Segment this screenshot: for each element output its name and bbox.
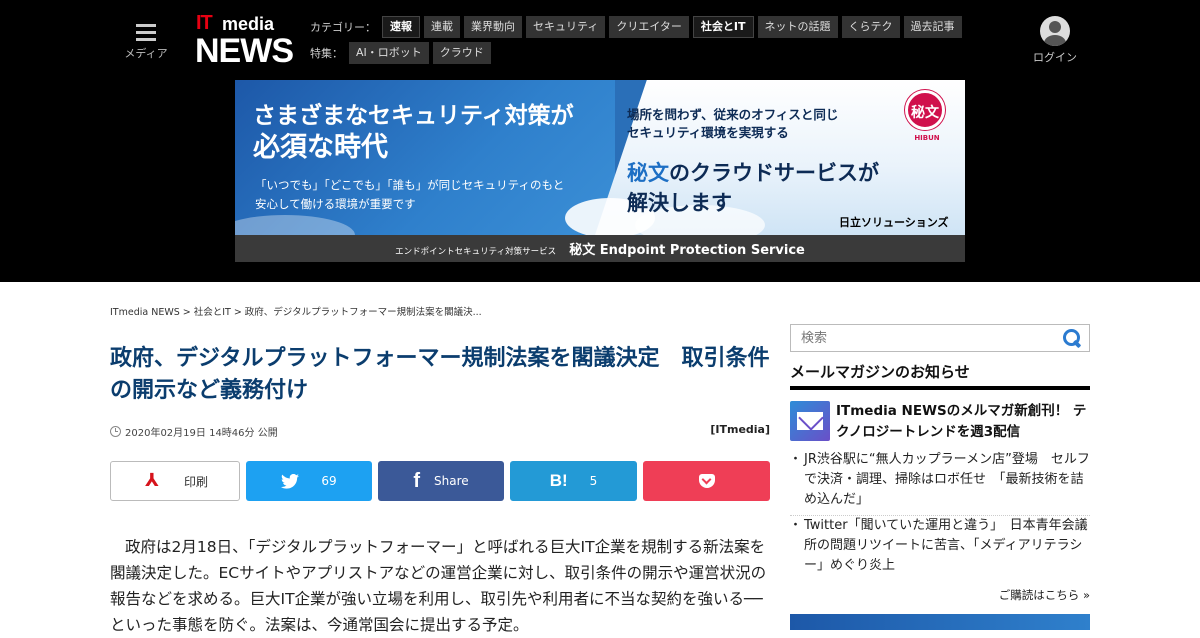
- category-gyoukai[interactable]: 業界動向: [464, 16, 522, 38]
- article-source: [ITmedia]: [710, 423, 770, 436]
- facebook-share-button[interactable]: f Share: [378, 461, 504, 501]
- hamburger-icon: [136, 24, 156, 41]
- article-body: 政府は2月18日、「デジタルプラットフォーマー」と呼ばれる巨大IT企業を規制する…: [110, 538, 767, 634]
- newsletter-feature-text: ITmedia NEWSのメルマガ新創刊！ テクノロジートレンドを週3配信: [836, 403, 1087, 440]
- subscribe-link[interactable]: ご購読はこちら »: [990, 587, 1090, 603]
- mail-icon: [790, 401, 830, 441]
- breadcrumb-current: 政府、デジタルプラットフォーマー規制法案を閣議決...: [244, 307, 482, 318]
- banner-right-lead: 場所を問わず、従来のオフィスと同じ セキュリティ環境を実現する: [627, 107, 839, 140]
- login-label: ログイン: [1033, 51, 1077, 64]
- search-icon[interactable]: [1063, 329, 1081, 347]
- banner-subtext: 「いつでも」「どこでも」「誰も」が同じセキュリティのもと 安心して働ける環境が重…: [255, 178, 565, 211]
- banner-brand: 日立ソリューションズ: [839, 216, 949, 229]
- category-net[interactable]: ネットの話題: [757, 16, 838, 38]
- category-archive[interactable]: 過去記事: [903, 16, 962, 38]
- category-creator[interactable]: クリエイター: [609, 16, 689, 38]
- search-box: [790, 324, 1090, 352]
- facebook-icon: f: [413, 469, 421, 492]
- print-button[interactable]: ⅄ 印刷: [110, 461, 240, 501]
- category-security[interactable]: セキュリティ: [526, 16, 606, 38]
- banner-right-headline: 秘文のクラウドサービスが 解決します: [627, 161, 879, 215]
- menu-button[interactable]: メディア: [121, 20, 171, 64]
- pdf-icon: ⅄: [145, 470, 159, 491]
- special-ai-robot[interactable]: AI・ロボット: [349, 42, 429, 64]
- twitter-count: 69: [321, 474, 337, 488]
- newsletter-feature[interactable]: ITmedia NEWSのメルマガ新創刊！ テクノロジートレンドを週3配信: [790, 401, 1090, 443]
- pocket-button[interactable]: [643, 461, 770, 501]
- itmedia-news-logo[interactable]: IT media NEWS: [194, 12, 294, 70]
- hatena-count: 5: [589, 474, 598, 488]
- article-title: 政府、デジタルプラットフォーマー規制法案を閣議決定 取引条件の開示など義務付け: [110, 346, 770, 403]
- special-label: 特集：: [310, 47, 343, 60]
- search-input[interactable]: [791, 325, 1051, 351]
- publish-date: 2020年02月19日 14時46分 公開: [125, 428, 278, 439]
- hibun-logo: 秘文: [905, 90, 945, 130]
- hibun-logo-label: HIBUN: [914, 134, 940, 142]
- category-label: カテゴリー：: [310, 21, 376, 34]
- breadcrumb-home[interactable]: ITmedia NEWS: [110, 307, 180, 318]
- banner-ad[interactable]: さまざまなセキュリティ対策が 必須な時代 「いつでも」「どこでも」「誰も」が同じ…: [235, 80, 965, 262]
- user-avatar-icon: [1040, 16, 1070, 46]
- category-kuratech[interactable]: くらテク: [841, 16, 900, 38]
- hatena-bookmark-button[interactable]: B! 5: [510, 461, 637, 501]
- special-nav: 特集： AI・ロボット クラウド: [310, 42, 495, 64]
- category-nav: カテゴリー： 速報 連載 業界動向 セキュリティ クリエイター 社会とIT ネッ…: [310, 16, 966, 38]
- category-rensai[interactable]: 連載: [424, 16, 460, 38]
- article-meta: 2020年02月19日 14時46分 公開: [110, 424, 278, 439]
- category-sokuhou[interactable]: 速報: [382, 16, 420, 38]
- breadcrumb: ITmedia NEWS > 社会とIT > 政府、デジタルプラットフォーマー規制法案を…: [110, 307, 482, 318]
- special-cloud[interactable]: クラウド: [432, 42, 491, 64]
- newsletter-item-1[interactable]: JR渋谷駅に“無人カップラーメン店”登場 セルフで決済・調理、掃除はロボ任せ 「…: [789, 450, 1090, 516]
- breadcrumb-category[interactable]: 社会とIT: [194, 307, 231, 318]
- newsletter-item-2[interactable]: Twitter「聞いていた運用と違う」 日本青年会議所の問題リツイートに苦言、「…: [789, 516, 1090, 576]
- banner-headline: さまざまなセキュリティ対策が 必須な時代: [253, 103, 574, 163]
- twitter-bird-icon: [281, 473, 300, 489]
- hatena-bookmark-icon: B!: [549, 471, 568, 490]
- menu-label: メディア: [124, 47, 168, 60]
- pocket-icon: [698, 474, 715, 488]
- category-shakai-it[interactable]: 社会とIT: [692, 16, 754, 38]
- newsletter-heading: メールマガジンのお知らせ: [790, 361, 1090, 390]
- banner-footer: エンドポイントセキュリティ対策サービス 秘文 Endpoint Protecti…: [235, 235, 965, 262]
- login-button[interactable]: ログイン: [1030, 16, 1080, 65]
- site-header: メディア IT media NEWS カテゴリー： 速報 連載 業界動向 セキュ…: [0, 0, 1200, 282]
- sidebar-ad[interactable]: [790, 614, 1090, 630]
- clock-icon: [110, 426, 121, 437]
- twitter-share-button[interactable]: 69: [246, 461, 372, 501]
